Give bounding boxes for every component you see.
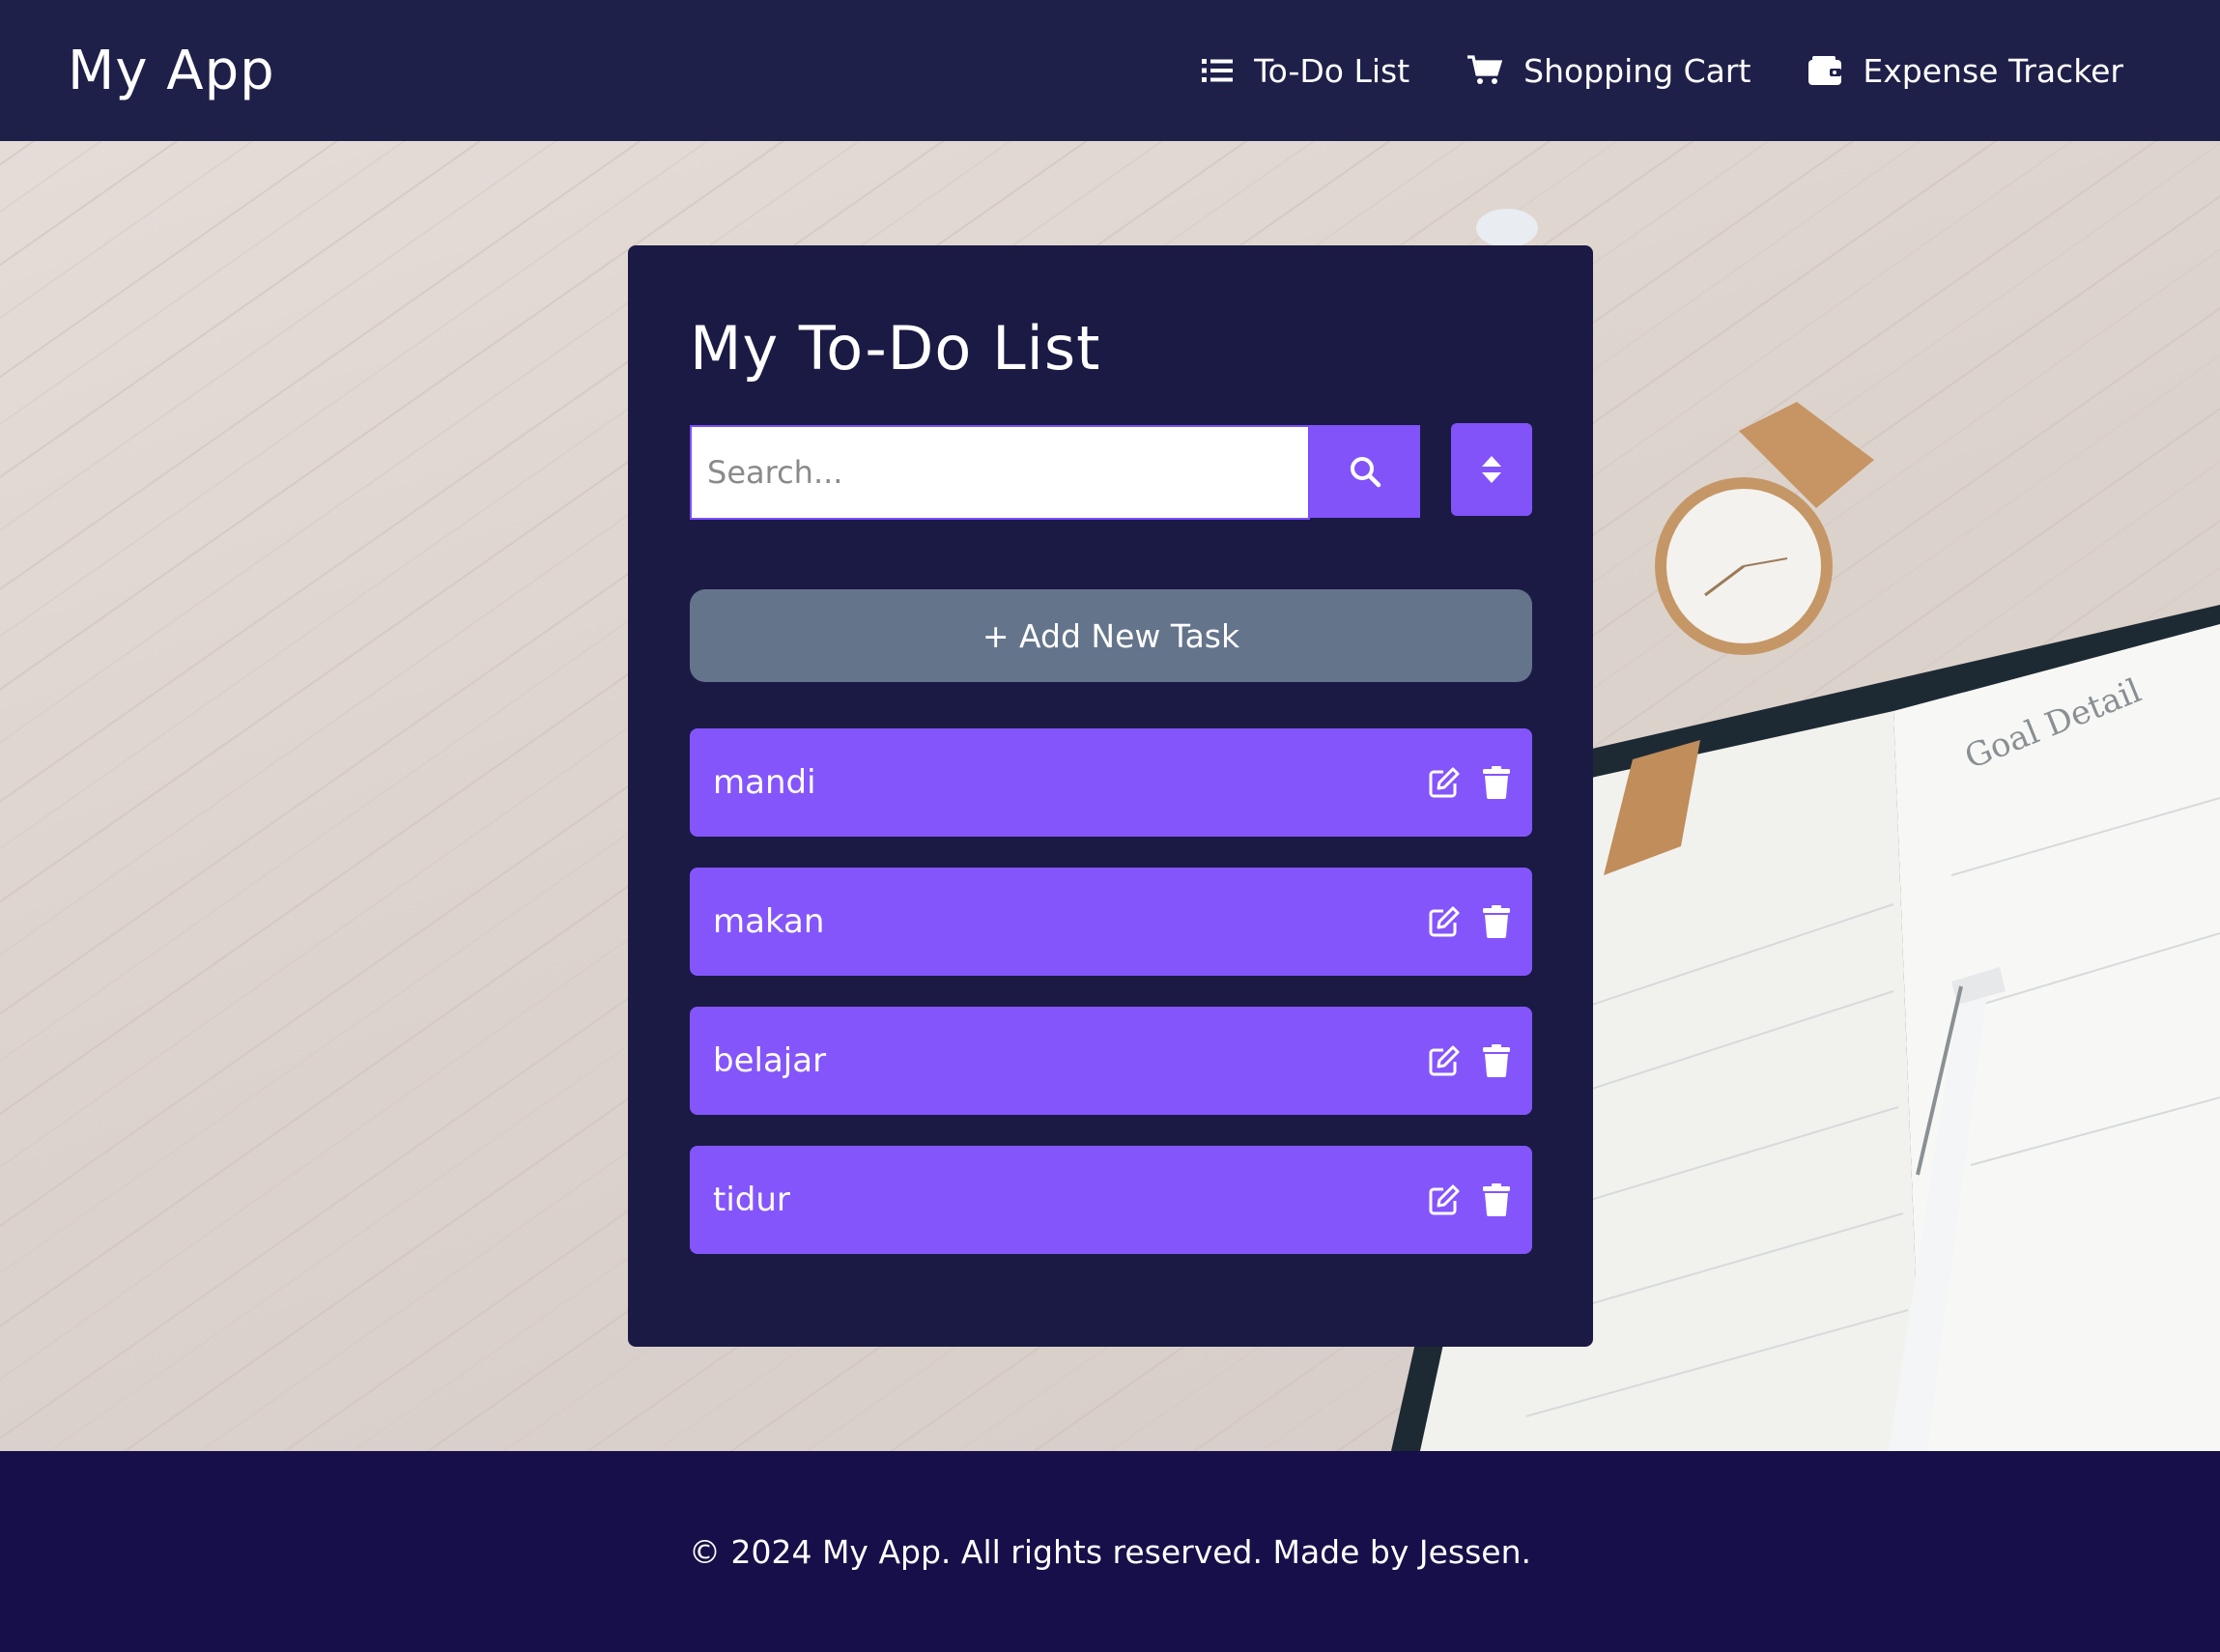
footer-copyright: © 2024 My App. All rights reserved. Made…	[688, 1532, 1532, 1571]
nav-shopping-cart[interactable]: Shopping Cart	[1467, 52, 1750, 90]
trash-icon	[1483, 1044, 1510, 1077]
main-nav: To-Do List Shopping Cart Expense Tracker	[1202, 52, 2123, 90]
nav-todo-label: To-Do List	[1254, 51, 1410, 90]
edit-task-button[interactable]	[1428, 766, 1461, 799]
edit-task-button[interactable]	[1428, 905, 1461, 938]
edit-task-button[interactable]	[1428, 1183, 1461, 1216]
edit-task-button[interactable]	[1428, 1044, 1461, 1077]
edit-icon	[1429, 906, 1460, 937]
nav-todo-list[interactable]: To-Do List	[1202, 52, 1409, 90]
list-icon	[1202, 59, 1234, 82]
sort-button[interactable]	[1451, 423, 1532, 516]
task-item[interactable]: makan	[690, 868, 1532, 976]
wallet-icon	[1808, 56, 1842, 85]
edit-icon	[1429, 1045, 1460, 1076]
task-item[interactable]: mandi	[690, 728, 1532, 837]
task-label: tidur	[713, 1181, 790, 1219]
search-bar	[690, 423, 1532, 520]
task-actions	[1428, 905, 1511, 938]
cart-icon	[1467, 55, 1503, 84]
task-actions	[1428, 766, 1511, 799]
task-item[interactable]: tidur	[690, 1146, 1532, 1254]
trash-icon	[1483, 766, 1510, 799]
delete-task-button[interactable]	[1482, 766, 1511, 799]
nav-expense-tracker[interactable]: Expense Tracker	[1808, 52, 2123, 90]
search-icon	[1351, 457, 1381, 488]
edit-icon	[1429, 767, 1460, 798]
nav-cart-label: Shopping Cart	[1523, 51, 1751, 90]
todo-card: My To-Do List + Add New Task mandi	[628, 245, 1593, 1347]
task-list: mandi makan belajar tidur	[690, 728, 1532, 1285]
trash-icon	[1483, 905, 1510, 938]
task-actions	[1428, 1183, 1511, 1216]
search-input[interactable]	[690, 425, 1310, 520]
delete-task-button[interactable]	[1482, 905, 1511, 938]
search-button[interactable]	[1310, 425, 1420, 518]
trash-icon	[1483, 1183, 1510, 1216]
task-label: mandi	[713, 763, 816, 802]
add-task-button[interactable]: + Add New Task	[690, 589, 1532, 682]
top-nav-bar: My App To-Do List Shopping Cart Expense …	[0, 0, 2220, 141]
sort-icon	[1482, 456, 1501, 483]
page-footer: © 2024 My App. All rights reserved. Made…	[0, 1451, 2220, 1652]
page-title: My To-Do List	[690, 313, 1101, 384]
delete-task-button[interactable]	[1482, 1183, 1511, 1216]
app-brand[interactable]: My App	[68, 40, 275, 102]
task-label: belajar	[713, 1041, 827, 1080]
task-actions	[1428, 1044, 1511, 1077]
task-item[interactable]: belajar	[690, 1007, 1532, 1115]
task-label: makan	[713, 902, 825, 941]
delete-task-button[interactable]	[1482, 1044, 1511, 1077]
nav-expense-label: Expense Tracker	[1863, 51, 2123, 90]
edit-icon	[1429, 1184, 1460, 1215]
